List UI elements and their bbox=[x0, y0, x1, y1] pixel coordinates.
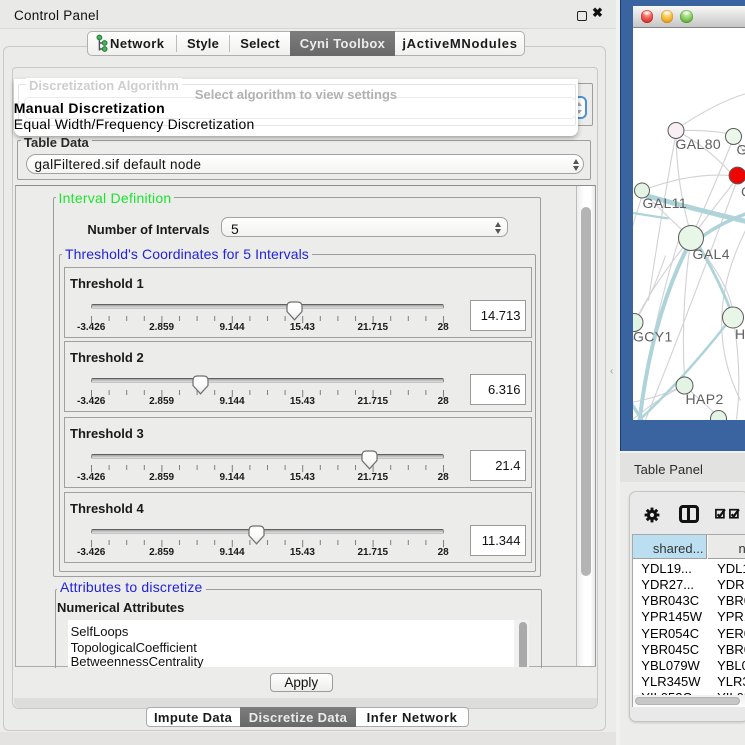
svg-text:GAL4: GAL4 bbox=[692, 246, 729, 262]
svg-text:H: H bbox=[735, 326, 745, 342]
svg-text:HAP2: HAP2 bbox=[685, 391, 723, 407]
svg-text:C: C bbox=[741, 183, 745, 199]
svg-text:GCY1: GCY1 bbox=[633, 328, 673, 344]
svg-text:GAL11: GAL11 bbox=[642, 195, 687, 211]
svg-text:GAL80: GAL80 bbox=[675, 135, 721, 151]
svg-text:GA: GA bbox=[736, 141, 745, 157]
